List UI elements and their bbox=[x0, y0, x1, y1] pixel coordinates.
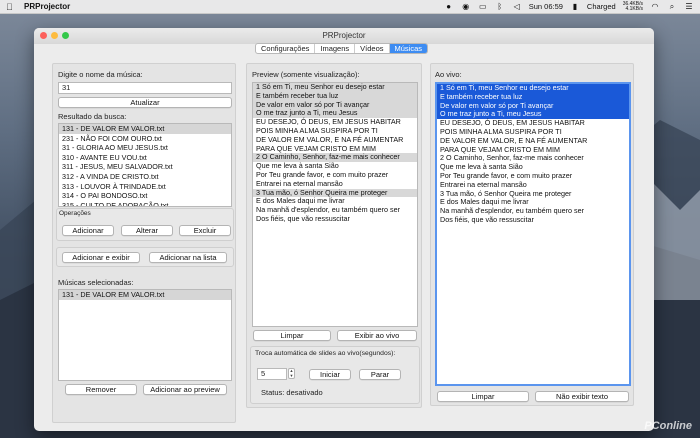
app-window: PRProjector Configurações Imagens Vídeos… bbox=[34, 28, 654, 431]
display-icon[interactable]: ▭ bbox=[478, 2, 488, 11]
hide-text-button[interactable]: Não exibir texto bbox=[535, 391, 629, 402]
live-panel: Ao vivo: 1 Só em Ti, meu Senhor eu desej… bbox=[430, 63, 634, 406]
add-to-preview-button[interactable]: Adicionar ao preview bbox=[143, 384, 227, 395]
app-menu-name[interactable]: PRProjector bbox=[24, 2, 70, 11]
clock[interactable]: Sun 06:59 bbox=[529, 2, 563, 11]
search-result-item[interactable]: 310 - AVANTE EU VOU.txt bbox=[59, 153, 231, 163]
search-result-item[interactable]: 231 - NÃO FOI COM OURO.txt bbox=[59, 134, 231, 144]
search-result-item[interactable]: 314 - O PAI BONDOSO.txt bbox=[59, 191, 231, 201]
wechat-icon[interactable]: ● bbox=[444, 2, 454, 11]
operations-group: Operações Adicionar Alterar Excluir bbox=[56, 208, 234, 241]
close-button[interactable] bbox=[40, 32, 47, 39]
volume-icon[interactable]: ◁ bbox=[512, 2, 522, 11]
search-result-item[interactable]: 312 - A VINDA DE CRISTO.txt bbox=[59, 172, 231, 182]
results-label: Resultado da busca: bbox=[58, 112, 127, 121]
edit-button[interactable]: Alterar bbox=[121, 225, 173, 236]
auto-slide-group: Troca automática de slides ao vivo(segun… bbox=[250, 346, 420, 404]
tab-musicas[interactable]: Músicas bbox=[389, 44, 428, 53]
title-bar: PRProjector bbox=[34, 28, 654, 44]
stop-button[interactable]: Parar bbox=[359, 369, 401, 380]
window-controls bbox=[40, 32, 69, 39]
battery-status[interactable]: Charged bbox=[587, 2, 616, 11]
selected-songs-label: Músicas selecionadas: bbox=[58, 278, 134, 287]
preview-panel: Preview (somente visualização): 1 Só em … bbox=[246, 63, 422, 408]
add-to-list-button[interactable]: Adicionar na lista bbox=[149, 252, 227, 263]
search-label: Digite o nome da música: bbox=[58, 70, 143, 79]
apple-menu-icon[interactable]:  bbox=[6, 2, 16, 12]
delete-button[interactable]: Excluir bbox=[179, 225, 231, 236]
operations-label: Operações bbox=[59, 210, 91, 217]
net-down: 4.1KB/s bbox=[625, 5, 643, 12]
selected-song-item[interactable]: 131 - DE VALOR EM VALOR.txt bbox=[59, 290, 231, 300]
preview-clear-button[interactable]: Limpar bbox=[253, 330, 331, 341]
music-search-panel: Digite o nome da música: 31 Atualizar Re… bbox=[52, 63, 236, 423]
search-result-item[interactable]: 131 - DE VALOR EM VALOR.txt bbox=[59, 124, 231, 134]
refresh-button[interactable]: Atualizar bbox=[58, 97, 232, 108]
start-button[interactable]: Iniciar bbox=[309, 369, 351, 380]
add-options-group: Adicionar e exibir Adicionar na lista bbox=[56, 247, 234, 267]
status-area: ● ◉ ▭ ᛒ ◁ Sun 06:59 ▮ Charged 36.4KB/s 4… bbox=[444, 1, 694, 12]
tab-imagens[interactable]: Imagens bbox=[315, 44, 356, 53]
show-live-button[interactable]: Exibir ao vivo bbox=[337, 330, 417, 341]
preview-label: Preview (somente visualização): bbox=[252, 70, 360, 79]
interval-stepper[interactable]: ▲ ▼ bbox=[288, 368, 295, 379]
search-result-item[interactable]: 315 - CULTO DE ADORAÇÃO.txt bbox=[59, 201, 231, 206]
bluetooth-icon[interactable]: ᛒ bbox=[495, 2, 505, 11]
watermark-logo: PConline bbox=[644, 420, 692, 432]
tab-bar: Configurações Imagens Vídeos Músicas bbox=[255, 43, 429, 54]
add-and-show-button[interactable]: Adicionar e exibir bbox=[62, 252, 140, 263]
search-result-item[interactable]: 311 - JESUS, MEU SALVADOR.txt bbox=[59, 162, 231, 172]
battery-icon[interactable]: ▮ bbox=[570, 2, 580, 11]
search-result-item[interactable]: 31 - GLORIA AO MEU JESUS.txt bbox=[59, 143, 231, 153]
remove-button[interactable]: Remover bbox=[65, 384, 137, 395]
menu-bar:  PRProjector ● ◉ ▭ ᛒ ◁ Sun 06:59 ▮ Char… bbox=[0, 0, 700, 14]
network-speed: 36.4KB/s 4.1KB/s bbox=[623, 1, 643, 12]
live-text-area[interactable]: 1 Só em Ti, meu Senhor eu desejo estar E … bbox=[435, 82, 631, 386]
selected-songs-list[interactable]: 131 - DE VALOR EM VALOR.txt bbox=[58, 289, 232, 381]
live-clear-button[interactable]: Limpar bbox=[437, 391, 529, 402]
window-title: PRProjector bbox=[322, 31, 366, 40]
preview-text-area[interactable]: 1 Só em Ti, meu Senhor eu desejo estar E … bbox=[252, 82, 418, 327]
search-result-item[interactable]: 313 - LOUVOR À TRINDADE.txt bbox=[59, 182, 231, 192]
wifi-icon[interactable]: ◠ bbox=[650, 2, 660, 11]
minimize-button[interactable] bbox=[51, 32, 58, 39]
live-line[interactable]: Dos fiéis, que vão ressuscitar bbox=[437, 215, 629, 225]
add-button[interactable]: Adicionar bbox=[62, 225, 114, 236]
zoom-button[interactable] bbox=[62, 32, 69, 39]
preview-line[interactable]: Dos fiéis, que vão ressuscitar bbox=[253, 214, 417, 224]
search-input[interactable]: 31 bbox=[58, 82, 232, 94]
auto-slide-status: Status: desativado bbox=[261, 388, 323, 397]
interval-input[interactable]: 5 bbox=[257, 368, 287, 380]
hangouts-icon[interactable]: ◉ bbox=[461, 2, 471, 11]
live-label: Ao vivo: bbox=[435, 70, 462, 79]
search-results-list[interactable]: 131 - DE VALOR EM VALOR.txt 231 - NÃO FOI… bbox=[58, 123, 232, 207]
auto-slide-label: Troca automática de slides ao vivo(segun… bbox=[255, 350, 396, 357]
tab-configuracoes[interactable]: Configurações bbox=[256, 44, 316, 53]
notification-center-icon[interactable]: ☰ bbox=[684, 2, 694, 11]
tab-videos[interactable]: Vídeos bbox=[355, 44, 390, 53]
search-icon[interactable]: ⌕ bbox=[667, 2, 677, 11]
